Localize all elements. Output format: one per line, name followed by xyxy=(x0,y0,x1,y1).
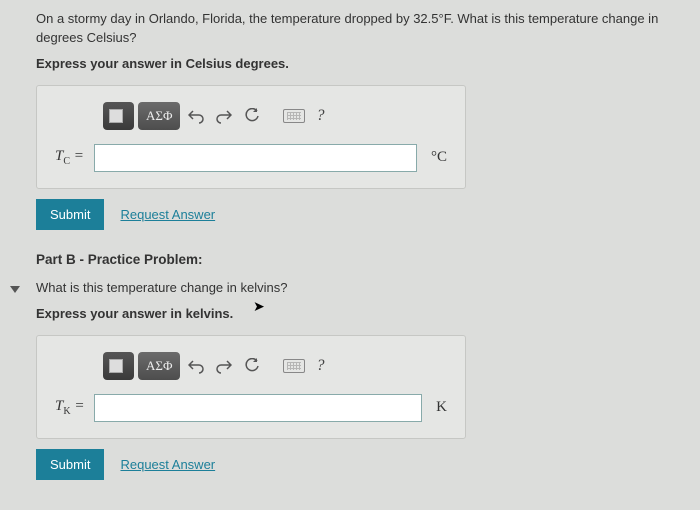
request-answer-b[interactable]: Request Answer xyxy=(120,457,215,472)
instruction-a: Express your answer in Celsius degrees. xyxy=(36,56,682,71)
request-answer-a[interactable]: Request Answer xyxy=(120,207,215,222)
template-icon xyxy=(109,359,123,373)
submit-button-b[interactable]: Submit xyxy=(36,449,104,480)
toolbar-b: √ ΑΣΦ ? xyxy=(103,352,447,380)
reset-button[interactable] xyxy=(240,104,264,128)
toolbar-a: √ ΑΣΦ ? xyxy=(103,102,447,130)
question-text-a: On a stormy day in Orlando, Florida, the… xyxy=(36,10,682,48)
format-tools[interactable]: √ xyxy=(103,102,134,130)
unit-a: °C xyxy=(431,149,447,166)
redo-button[interactable] xyxy=(212,104,236,128)
keyboard-icon xyxy=(283,109,305,123)
help-button[interactable]: ? xyxy=(310,357,330,375)
question-text-b: What is this temperature change in kelvi… xyxy=(36,279,682,298)
redo-button[interactable] xyxy=(212,354,236,378)
submit-button-a[interactable]: Submit xyxy=(36,199,104,230)
format-tools[interactable]: √ xyxy=(103,352,134,380)
part-b-header: Part B - Practice Problem: xyxy=(36,252,682,267)
unit-b: K xyxy=(436,399,447,416)
reset-button[interactable] xyxy=(240,354,264,378)
keyboard-icon xyxy=(283,359,305,373)
answer-input-b[interactable] xyxy=(94,394,422,422)
answer-box-b: √ ΑΣΦ ? TK = K xyxy=(36,335,466,439)
keyboard-button[interactable] xyxy=(282,354,306,378)
variable-label-a: TC = xyxy=(55,148,84,167)
undo-button[interactable] xyxy=(184,104,208,128)
help-button[interactable]: ? xyxy=(310,107,330,125)
answer-input-a[interactable] xyxy=(94,144,417,172)
keyboard-button[interactable] xyxy=(282,104,306,128)
undo-button[interactable] xyxy=(184,354,208,378)
instruction-b: Express your answer in kelvins. xyxy=(36,306,682,321)
answer-box-a: √ ΑΣΦ ? TC = °C xyxy=(36,85,466,189)
collapse-caret[interactable] xyxy=(10,286,20,293)
greek-button[interactable]: ΑΣΦ xyxy=(138,102,180,130)
greek-button[interactable]: ΑΣΦ xyxy=(138,352,180,380)
template-icon xyxy=(109,109,123,123)
variable-label-b: TK = xyxy=(55,398,84,417)
